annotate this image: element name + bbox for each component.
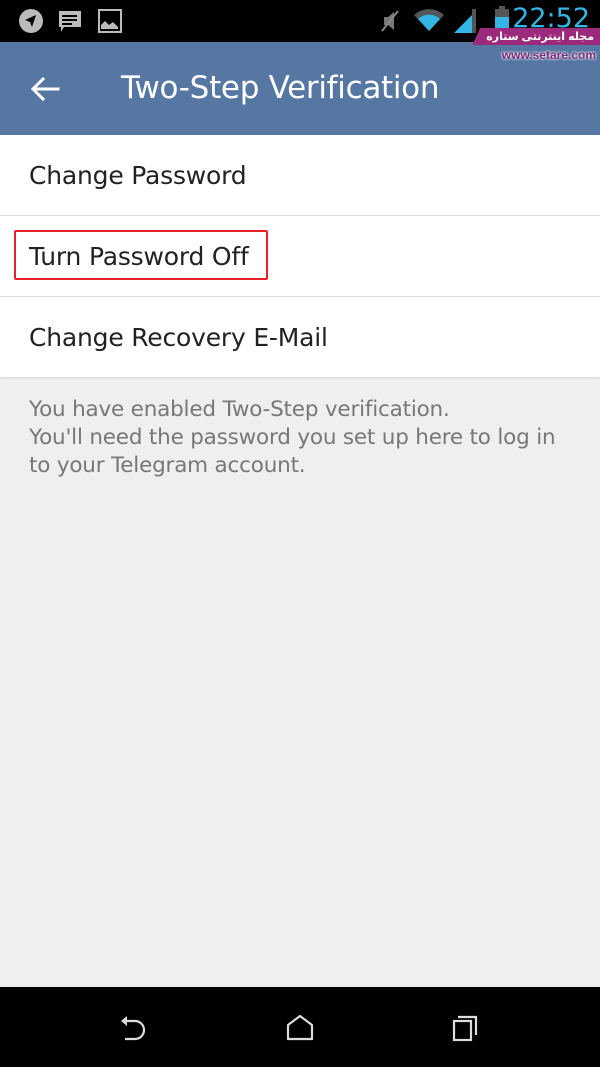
turn-password-off-label: Turn Password Off bbox=[29, 242, 249, 271]
settings-list: Change Password Turn Password Off Change… bbox=[0, 135, 600, 377]
home-icon[interactable] bbox=[280, 1011, 320, 1051]
change-password-item[interactable]: Change Password bbox=[0, 135, 600, 216]
turn-password-off-item[interactable]: Turn Password Off bbox=[0, 216, 600, 297]
app-header: Two-Step Verification مجله اینترنتی ستار… bbox=[0, 28, 600, 135]
watermark-title: مجله اینترنتی ستاره bbox=[472, 28, 600, 45]
page-title: Two-Step Verification bbox=[121, 70, 440, 106]
watermark-url: www.setare.com bbox=[501, 48, 596, 62]
message-icon bbox=[59, 11, 81, 32]
image-icon bbox=[98, 9, 122, 33]
info-line-1: You have enabled Two-Step verification. bbox=[29, 397, 450, 422]
telegram-icon bbox=[19, 9, 43, 33]
change-recovery-email-item[interactable]: Change Recovery E-Mail bbox=[0, 297, 600, 377]
watermark: مجله اینترنتی ستاره www.setare.com bbox=[472, 27, 600, 62]
change-password-label: Change Password bbox=[29, 161, 247, 190]
wifi-icon bbox=[414, 9, 444, 32]
info-text: You have enabled Two-Step verification. … bbox=[29, 396, 569, 480]
arrow-left-icon[interactable] bbox=[28, 72, 62, 106]
back-icon[interactable] bbox=[113, 1011, 153, 1051]
mute-icon bbox=[381, 10, 399, 32]
navigation-bar bbox=[0, 987, 600, 1067]
recents-icon[interactable] bbox=[446, 1011, 486, 1051]
change-recovery-email-label: Change Recovery E-Mail bbox=[29, 323, 328, 352]
info-line-2: You'll need the password you set up here… bbox=[29, 425, 556, 478]
